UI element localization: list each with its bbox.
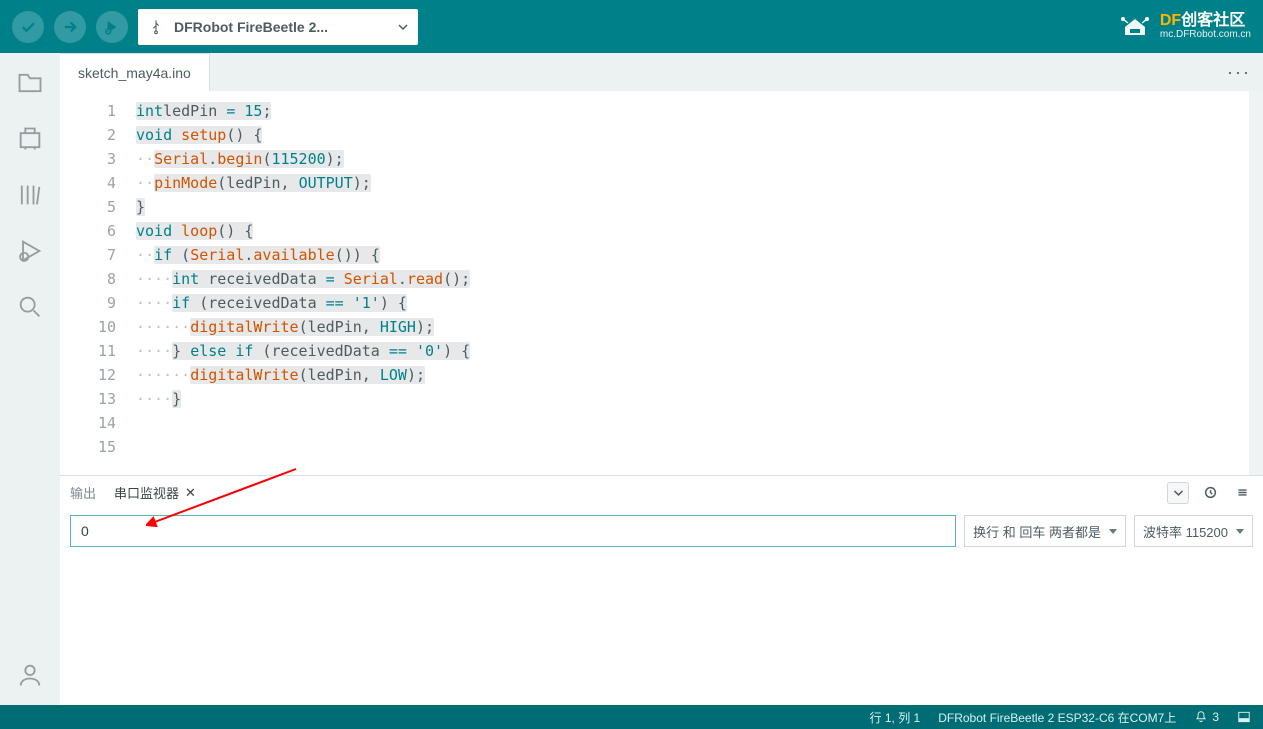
output-tab[interactable]: 输出 bbox=[70, 483, 96, 502]
editor-tabs: sketch_may4a.ino ··· bbox=[60, 53, 1263, 91]
serial-output[interactable] bbox=[60, 553, 1263, 705]
debug-icon[interactable] bbox=[16, 237, 44, 265]
usb-icon bbox=[148, 19, 164, 35]
upload-button[interactable] bbox=[54, 11, 86, 43]
minimap[interactable] bbox=[1249, 91, 1263, 475]
panel-clock-button[interactable] bbox=[1199, 482, 1221, 504]
panel-tabs: 输出 串口监视器 ✕ bbox=[60, 475, 1263, 509]
activity-bar bbox=[0, 53, 60, 705]
library-manager-icon[interactable] bbox=[16, 181, 44, 209]
serial-monitor-tab[interactable]: 串口监视器 ✕ bbox=[114, 483, 196, 502]
serial-input[interactable] bbox=[70, 515, 956, 547]
brand-logo: DF创客社区 mc.DFRobot.com.cn bbox=[1118, 13, 1251, 41]
line-ending-select[interactable]: 换行 和 回车 两者都是 bbox=[964, 515, 1126, 547]
line-gutter: 123456789101112131415 bbox=[60, 91, 130, 475]
code-area[interactable]: intledPin = 15;void setup() {··Serial.be… bbox=[130, 91, 1249, 475]
close-icon[interactable]: ✕ bbox=[185, 485, 196, 501]
tab-overflow-button[interactable]: ··· bbox=[1227, 62, 1251, 83]
panel-menu-button[interactable] bbox=[1231, 482, 1253, 504]
panel-toggle-icon[interactable] bbox=[1237, 710, 1251, 724]
chevron-down-icon bbox=[398, 22, 408, 32]
toolbar: DFRobot FireBeetle 2... DF创客社区 mc.DFRobo… bbox=[0, 0, 1263, 53]
status-bar: 行 1, 列 1 DFRobot FireBeetle 2 ESP32-C6 在… bbox=[0, 705, 1263, 729]
search-icon[interactable] bbox=[16, 293, 44, 321]
account-icon[interactable] bbox=[16, 661, 44, 689]
board-label: DFRobot FireBeetle 2... bbox=[174, 19, 388, 35]
sketchbook-icon[interactable] bbox=[16, 69, 44, 97]
file-tab[interactable]: sketch_may4a.ino bbox=[60, 53, 210, 91]
baud-rate-select[interactable]: 波特率 115200 bbox=[1134, 515, 1253, 547]
serial-monitor-bar: 换行 和 回车 两者都是 波特率 115200 bbox=[60, 509, 1263, 553]
verify-button[interactable] bbox=[12, 11, 44, 43]
debug-button[interactable] bbox=[96, 11, 128, 43]
board-port-status[interactable]: DFRobot FireBeetle 2 ESP32-C6 在COM7上 bbox=[938, 709, 1176, 726]
boards-manager-icon[interactable] bbox=[16, 125, 44, 153]
bell-icon bbox=[1194, 710, 1208, 724]
board-selector[interactable]: DFRobot FireBeetle 2... bbox=[138, 9, 418, 45]
notifications-button[interactable]: 3 bbox=[1194, 710, 1219, 724]
cursor-position[interactable]: 行 1, 列 1 bbox=[870, 709, 921, 726]
code-editor[interactable]: 123456789101112131415 intledPin = 15;voi… bbox=[60, 91, 1263, 475]
panel-collapse-button[interactable] bbox=[1167, 482, 1189, 504]
